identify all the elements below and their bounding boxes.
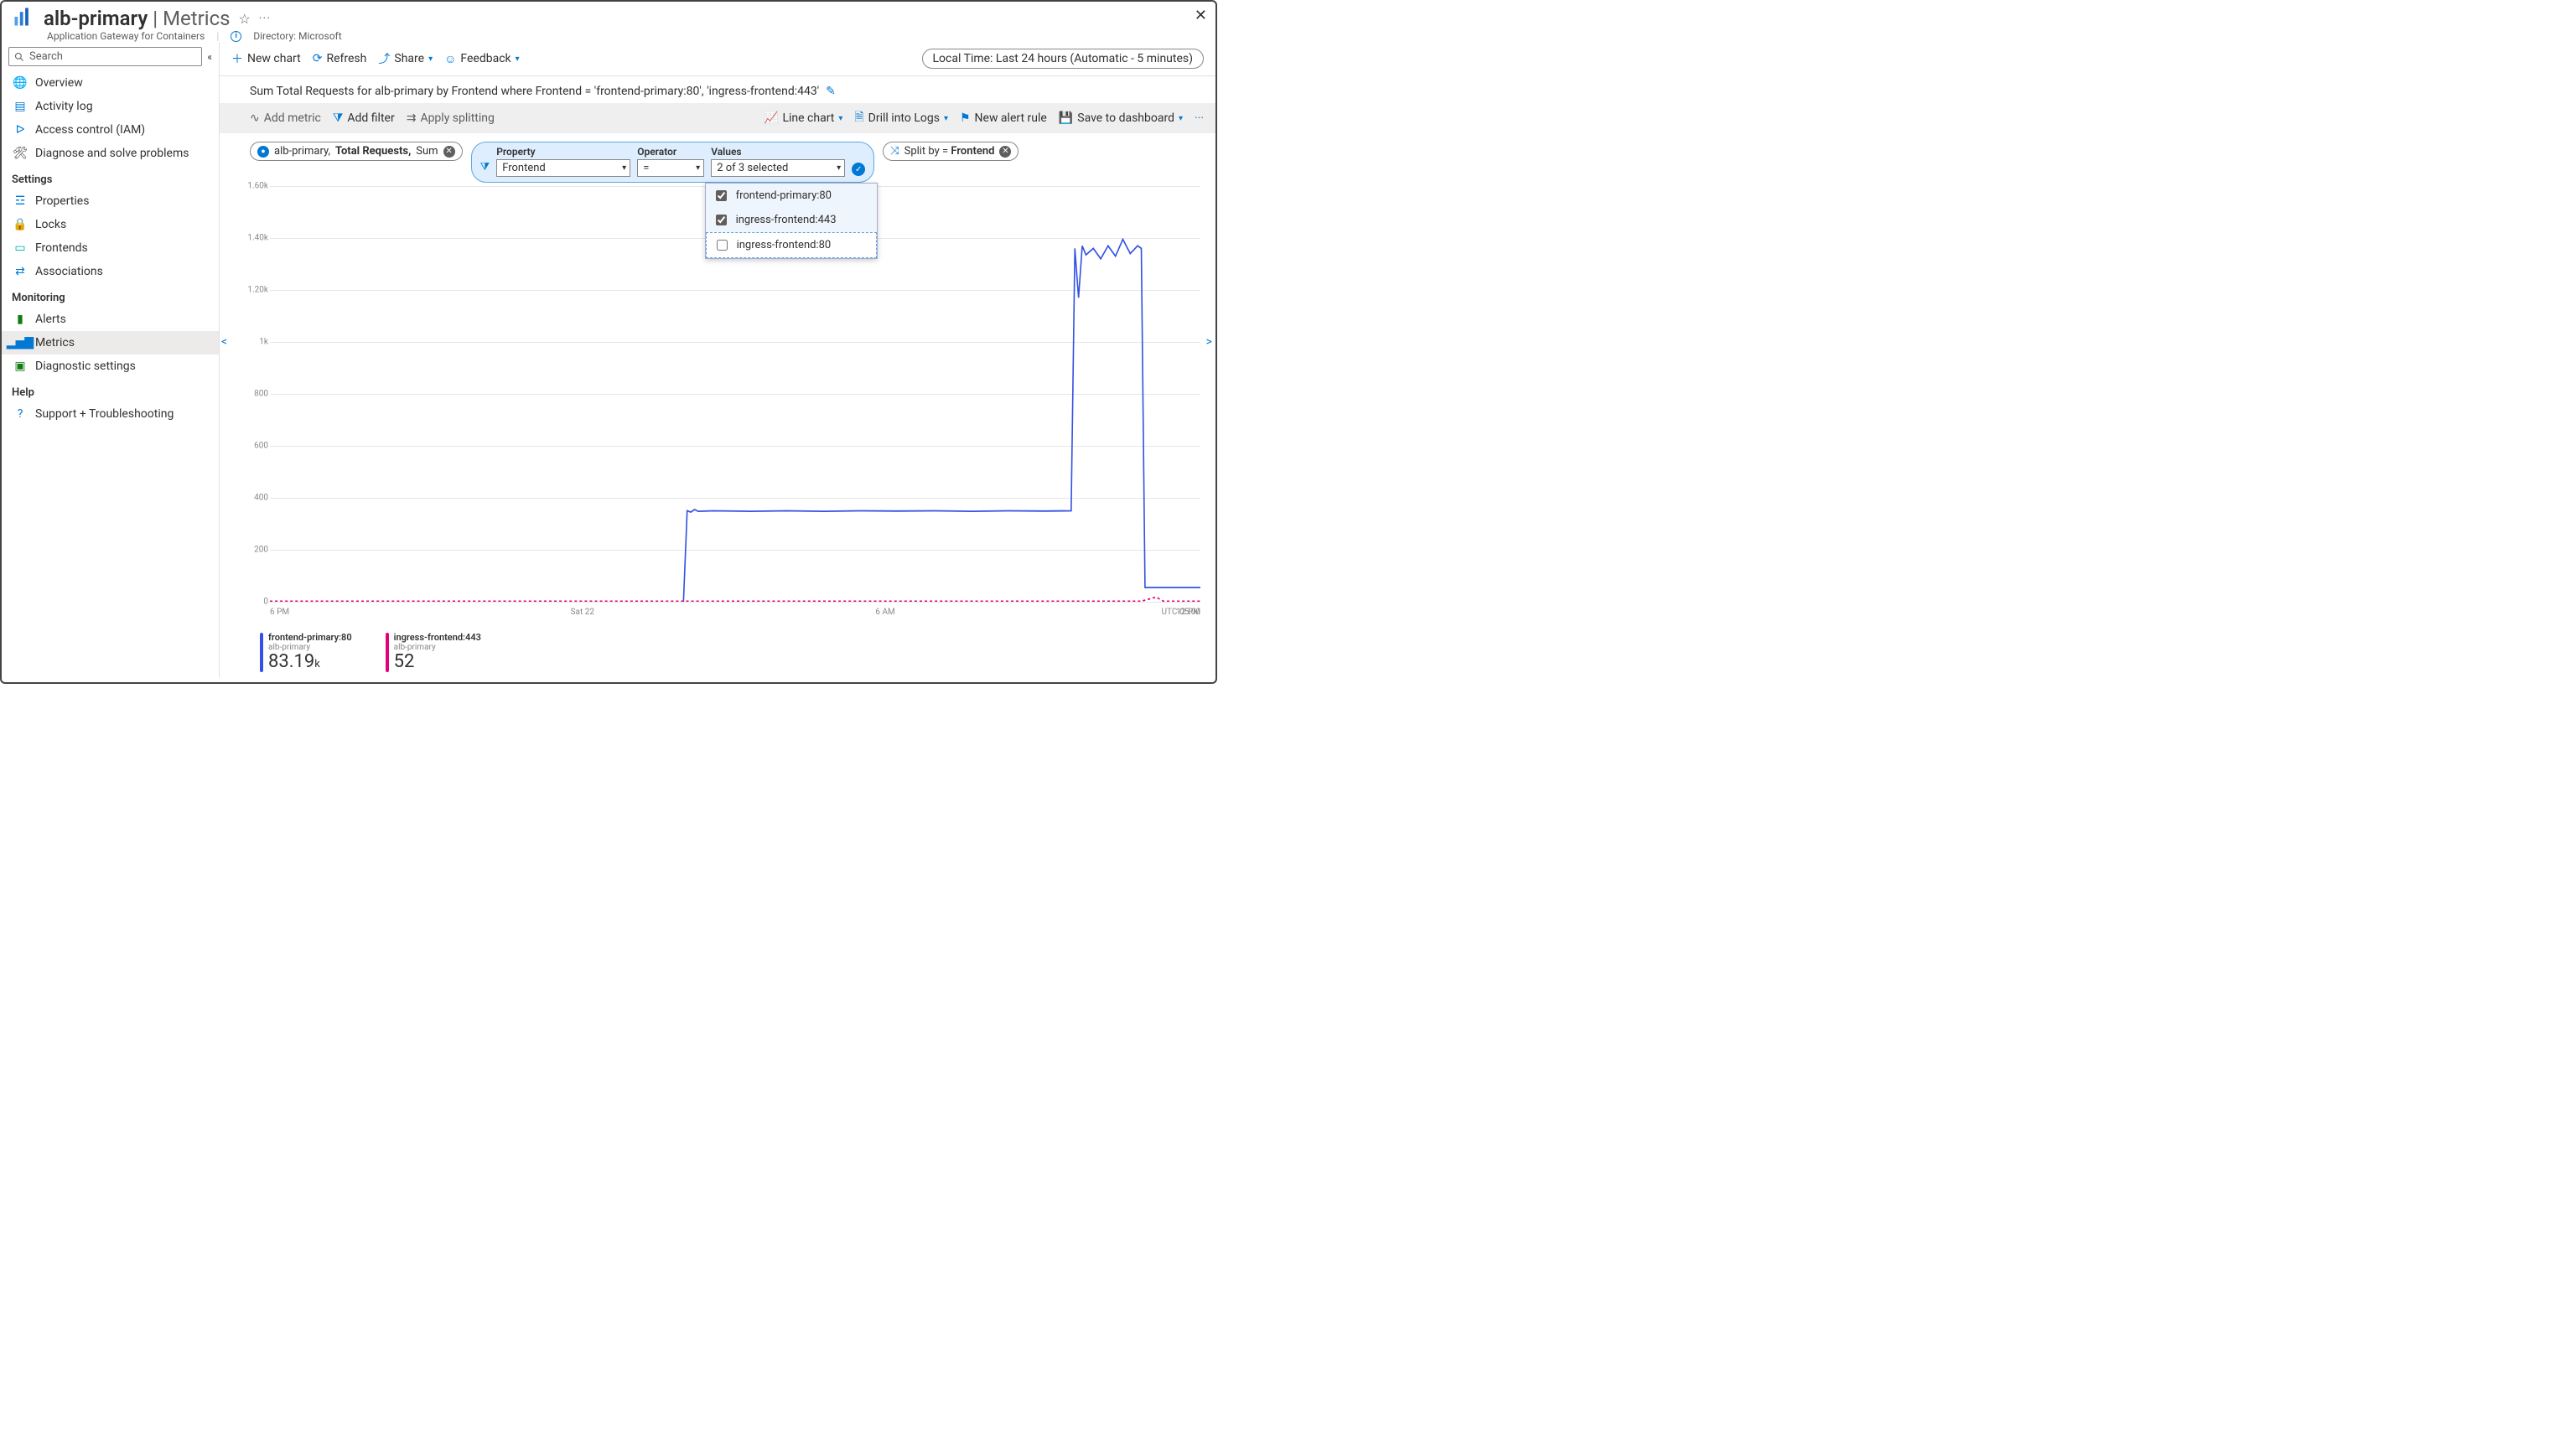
line-chart-icon: 📈 [764,111,778,125]
log-icon: ▤ [13,100,27,113]
close-icon[interactable]: ✕ [1195,7,1207,24]
resource-type-label: Application Gateway for Containers [47,30,205,42]
chart-area: 02004006008001k1.20k1.40k1.60k 6 PMSat 2… [220,186,1215,677]
remove-pill-icon[interactable]: ✕ [999,146,1011,158]
page-title: alb-primary | Metrics [44,7,231,30]
feedback-button[interactable]: ☺Feedback▾ [444,52,520,66]
metrics-icon: ▂▅▇ [13,336,27,349]
filter-operator-label: Operator [637,146,704,158]
metrics-app-icon [12,5,35,32]
lock-icon: 🔒 [13,218,27,231]
filter-values-label: Values [711,146,845,158]
time-range-selector[interactable]: Local Time: Last 24 hours (Automatic - 5… [922,49,1204,69]
wrench-icon: 🛠 [13,147,27,160]
chart-title-text: Sum Total Requests for alb-primary by Fr… [250,85,819,98]
sidebar-item-diagnose[interactable]: 🛠Diagnose and solve problems [2,142,219,165]
chevron-down-icon: ▾ [516,54,520,64]
split-icon: ⤨ [890,145,899,158]
sidebar-search-input[interactable]: Search [8,47,202,66]
split-by-pill[interactable]: ⤨ Split by = Frontend ✕ [883,142,1018,161]
refresh-button[interactable]: ⟳Refresh [313,52,367,65]
blade-collapse-right-icon[interactable]: > [1206,335,1212,349]
sidebar-nav: 🌐Overview ▤Activity log ᐅAccess control … [2,71,219,426]
more-actions-icon[interactable]: ··· [259,12,271,25]
logs-icon: 🗎 [854,108,863,128]
save-dashboard-button[interactable]: 💾Save to dashboard▾ [1059,111,1183,125]
sidebar-item-metrics[interactable]: ▂▅▇Metrics [2,331,219,355]
sidebar-item-overview[interactable]: 🌐Overview [2,71,219,95]
support-icon: ? [13,407,27,421]
alert-icon: ⚑ [960,111,971,125]
filter-option[interactable]: frontend-primary:80 [706,184,877,208]
collapse-sidebar-icon[interactable]: « [207,51,212,63]
frontends-icon: ▭ [13,241,27,255]
share-button[interactable]: ⤴Share▾ [378,50,433,67]
legend-item[interactable]: ingress-frontend:443alb-primary52 [386,633,481,672]
sidebar-section-help: Help [2,378,219,402]
drill-logs-button[interactable]: 🗎Drill into Logs▾ [854,108,948,128]
filter-option[interactable]: ingress-frontend:443 [706,208,877,232]
edit-title-icon[interactable]: ✎ [826,85,836,98]
funnel-icon: ⧩ [480,161,490,173]
save-icon: 💾 [1059,111,1073,125]
utc-label: UTC-05:00 [1162,608,1201,617]
alerts-icon: ▮ [13,313,27,326]
new-chart-button[interactable]: ＋New chart [231,50,301,67]
sidebar-section-monitoring: Monitoring [2,283,219,308]
plus-icon: ＋ [231,50,243,67]
sliders-icon: ☲ [13,194,27,208]
sidebar-item-support[interactable]: ?Support + Troubleshooting [2,402,219,426]
directory-label: Directory: Microsoft [253,30,341,42]
filter-property-label: Property [496,146,630,158]
metric-scope-pill[interactable]: ● alb-primary, Total Requests, Sum ✕ [250,142,463,161]
filter-values-dropdown: frontend-primary:80 ingress-frontend:443… [705,183,878,259]
refresh-icon: ⟳ [313,52,323,65]
assoc-icon: ⇄ [13,265,27,278]
legend-item[interactable]: frontend-primary:80alb-primary83.19k [260,633,352,672]
people-icon: ᐅ [13,123,27,137]
smile-icon: ☺ [444,52,456,66]
filter-values-select[interactable]: 2 of 3 selected▾ [711,159,845,177]
chevron-down-icon: ▾ [428,54,433,64]
apply-splitting-button[interactable]: ⇉Apply splitting [407,111,495,125]
apply-filter-icon[interactable]: ✓ [852,163,865,176]
blade-collapse-left-icon[interactable]: < [221,335,227,349]
sidebar-item-diagnostic-settings[interactable]: ▣Diagnostic settings [2,355,219,378]
add-metric-icon: ∿ [250,111,260,125]
search-icon [14,52,24,62]
globe-icon: 🌐 [13,76,27,90]
filter-property-select[interactable]: Frontend▾ [496,159,630,177]
resource-icon: ● [257,146,269,158]
chart-legend: frontend-primary:80alb-primary83.19k ingr… [260,633,481,672]
more-chart-actions-icon[interactable]: ··· [1195,111,1204,125]
split-icon: ⇉ [407,111,417,125]
sidebar-section-settings: Settings [2,165,219,189]
favorite-star-icon[interactable]: ☆ [239,11,251,27]
sidebar-item-properties[interactable]: ☲Properties [2,189,219,213]
sidebar-item-associations[interactable]: ⇄Associations [2,260,219,283]
filter-editor[interactable]: ⧩ Property Frontend▾ Operator =▾ Values … [471,142,875,183]
diag-icon: ▣ [13,360,27,373]
filter-icon: ⧩ [333,111,344,125]
sidebar-item-locks[interactable]: 🔒Locks [2,213,219,236]
info-icon: i [231,31,241,42]
new-alert-button[interactable]: ⚑New alert rule [960,111,1047,125]
chart-type-selector[interactable]: 📈Line chart▾ [764,111,842,125]
add-metric-button[interactable]: ∿Add metric [250,111,321,125]
sidebar-item-access-control[interactable]: ᐅAccess control (IAM) [2,118,219,142]
sidebar-item-frontends[interactable]: ▭Frontends [2,236,219,260]
filter-option[interactable]: ingress-frontend:80 [706,232,877,258]
add-filter-button[interactable]: ⧩Add filter [333,111,395,125]
filter-operator-select[interactable]: =▾ [637,159,704,177]
sidebar-item-alerts[interactable]: ▮Alerts [2,308,219,331]
share-icon: ⤴ [378,50,390,67]
sidebar-item-activity-log[interactable]: ▤Activity log [2,95,219,118]
remove-pill-icon[interactable]: ✕ [443,146,455,158]
